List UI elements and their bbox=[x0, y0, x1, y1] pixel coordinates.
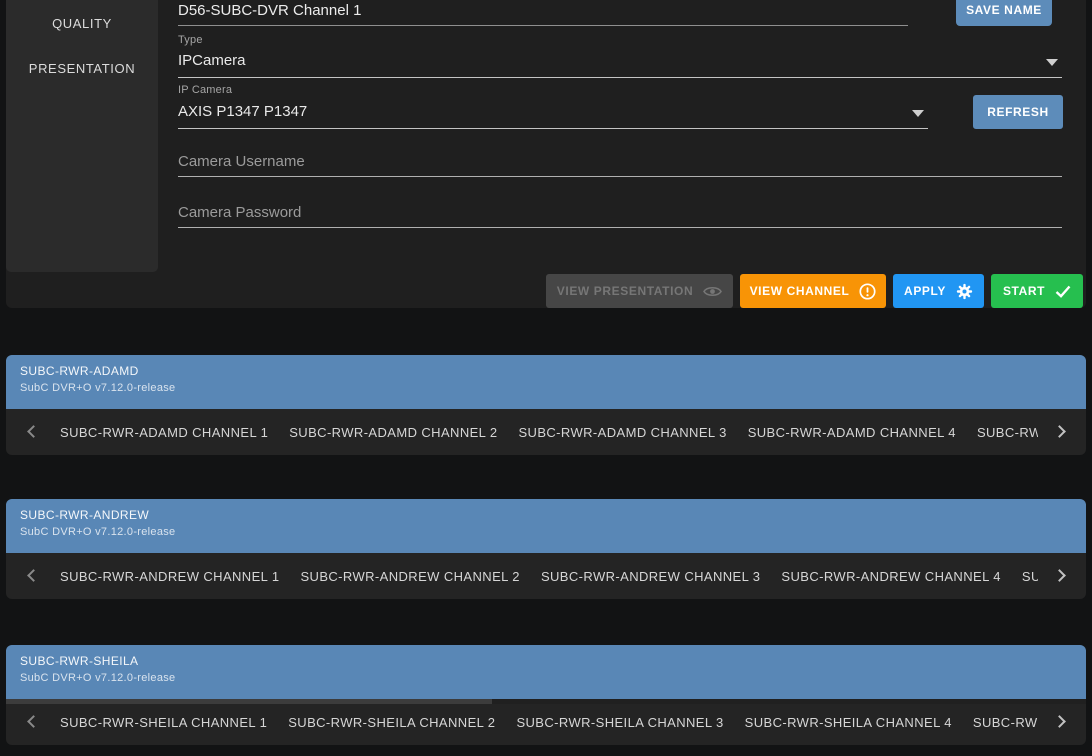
channel-tab[interactable]: SUBC-RWR-SHEILA CHANNEL 1 bbox=[60, 715, 267, 730]
channel-tabs: SUBC-RWR-SHEILA CHANNEL 1 SUBC-RWR-SHEILA… bbox=[60, 715, 1038, 730]
view-presentation-label: VIEW PRESENTATION bbox=[557, 284, 693, 298]
ip-camera-select[interactable]: AXIS P1347 P1347 bbox=[178, 103, 928, 129]
apply-label: APPLY bbox=[904, 284, 946, 298]
channel-tab[interactable]: SUBC-RWR- bbox=[977, 425, 1038, 440]
check-icon bbox=[1055, 285, 1071, 298]
channel-tab[interactable]: SUBC-RWR-SHEILA CHANNEL 3 bbox=[516, 715, 723, 730]
chevron-down-icon bbox=[912, 110, 924, 117]
channel-tab[interactable]: SUBC-RWR-SHEILA CHANNEL 4 bbox=[745, 715, 952, 730]
channel-tab-bar: SUBC-RWR-ANDREW CHANNEL 1 SUBC-RWR-ANDREW… bbox=[6, 553, 1086, 599]
chevron-right-icon[interactable] bbox=[1053, 425, 1066, 438]
gear-icon bbox=[956, 283, 973, 300]
channel-settings-panel: QUALITY PRESENTATION SAVE NAME Type IPCa… bbox=[6, 0, 1086, 308]
view-channel-button[interactable]: VIEW CHANNEL bbox=[740, 274, 886, 308]
device-firmware-version: SubC DVR+O v7.12.0-release bbox=[20, 382, 1086, 394]
apply-button[interactable]: APPLY bbox=[893, 274, 984, 308]
ip-camera-select-value: AXIS P1347 P1347 bbox=[178, 103, 307, 120]
device-header: SUBC-RWR-SHEILA SubC DVR+O v7.12.0-relea… bbox=[6, 645, 1086, 699]
chevron-right-icon[interactable] bbox=[1053, 715, 1066, 728]
channel-tab[interactable]: SUBC-RWR-SHEILA CHANNEL 2 bbox=[288, 715, 495, 730]
save-name-button[interactable]: SAVE NAME bbox=[956, 0, 1052, 26]
alert-circle-icon bbox=[859, 283, 876, 300]
eye-icon bbox=[703, 285, 722, 298]
channel-tab[interactable]: SUBC-RWR-ADAMD CHANNEL 1 bbox=[60, 425, 268, 440]
sidebar-item-quality[interactable]: QUALITY bbox=[6, 16, 158, 31]
device-card: SUBC-RWR-SHEILA SubC DVR+O v7.12.0-relea… bbox=[6, 645, 1086, 745]
start-button[interactable]: START bbox=[991, 274, 1083, 308]
channel-tab[interactable]: SUBC-RWR-S bbox=[973, 715, 1038, 730]
device-firmware-version: SubC DVR+O v7.12.0-release bbox=[20, 526, 1086, 538]
channel-tab[interactable]: SUBC-RWR-ADAMD CHANNEL 2 bbox=[289, 425, 497, 440]
channel-tab[interactable]: SUBC-RWR-ANDREW CHANNEL 4 bbox=[781, 569, 1000, 584]
refresh-button[interactable]: REFRESH bbox=[973, 95, 1063, 129]
channel-name-input[interactable] bbox=[178, 2, 908, 26]
device-name: SUBC-RWR-ADAMD bbox=[20, 364, 1086, 378]
chevron-left-icon[interactable] bbox=[27, 715, 40, 728]
settings-sidebar: QUALITY PRESENTATION bbox=[6, 0, 158, 272]
camera-username-input[interactable] bbox=[178, 153, 1062, 177]
scrollbar-thumb[interactable] bbox=[6, 699, 492, 704]
action-button-row: VIEW PRESENTATION VIEW CHANNEL APPLY bbox=[546, 274, 1083, 308]
chevron-right-icon[interactable] bbox=[1053, 569, 1066, 582]
chevron-left-icon[interactable] bbox=[27, 569, 40, 582]
channel-tabs: SUBC-RWR-ANDREW CHANNEL 1 SUBC-RWR-ANDREW… bbox=[60, 569, 1038, 584]
device-name: SUBC-RWR-ANDREW bbox=[20, 508, 1086, 522]
channel-tab-bar: SUBC-RWR-ADAMD CHANNEL 1 SUBC-RWR-ADAMD C… bbox=[6, 409, 1086, 455]
horizontal-scrollbar bbox=[6, 699, 1086, 704]
device-header: SUBC-RWR-ADAMD SubC DVR+O v7.12.0-releas… bbox=[6, 355, 1086, 409]
channel-tabs: SUBC-RWR-ADAMD CHANNEL 1 SUBC-RWR-ADAMD C… bbox=[60, 425, 1038, 440]
sidebar-item-presentation[interactable]: PRESENTATION bbox=[6, 61, 158, 76]
device-card: SUBC-RWR-ADAMD SubC DVR+O v7.12.0-releas… bbox=[6, 355, 1086, 455]
type-select[interactable]: IPCamera bbox=[178, 52, 1062, 78]
channel-tab-bar: SUBC-RWR-SHEILA CHANNEL 1 SUBC-RWR-SHEILA… bbox=[6, 699, 1086, 745]
ip-camera-label: IP Camera bbox=[178, 84, 232, 96]
channel-tab[interactable]: SUBC-RWR-ANDREW CHANNEL 3 bbox=[541, 569, 760, 584]
channel-tab[interactable]: SUBC bbox=[1022, 569, 1038, 584]
type-label: Type bbox=[178, 34, 203, 46]
chevron-down-icon bbox=[1046, 59, 1058, 66]
device-header: SUBC-RWR-ANDREW SubC DVR+O v7.12.0-relea… bbox=[6, 499, 1086, 553]
device-card: SUBC-RWR-ANDREW SubC DVR+O v7.12.0-relea… bbox=[6, 499, 1086, 599]
view-channel-label: VIEW CHANNEL bbox=[750, 284, 850, 298]
type-select-value: IPCamera bbox=[178, 52, 246, 69]
view-presentation-button[interactable]: VIEW PRESENTATION bbox=[546, 274, 733, 308]
start-label: START bbox=[1003, 284, 1045, 298]
channel-tab[interactable]: SUBC-RWR-ANDREW CHANNEL 2 bbox=[300, 569, 519, 584]
camera-password-input[interactable] bbox=[178, 204, 1062, 228]
chevron-left-icon[interactable] bbox=[27, 425, 40, 438]
channel-tab[interactable]: SUBC-RWR-ANDREW CHANNEL 1 bbox=[60, 569, 279, 584]
device-name: SUBC-RWR-SHEILA bbox=[20, 654, 1086, 668]
channel-tab[interactable]: SUBC-RWR-ADAMD CHANNEL 4 bbox=[748, 425, 956, 440]
channel-tab[interactable]: SUBC-RWR-ADAMD CHANNEL 3 bbox=[518, 425, 726, 440]
device-firmware-version: SubC DVR+O v7.12.0-release bbox=[20, 672, 1086, 684]
